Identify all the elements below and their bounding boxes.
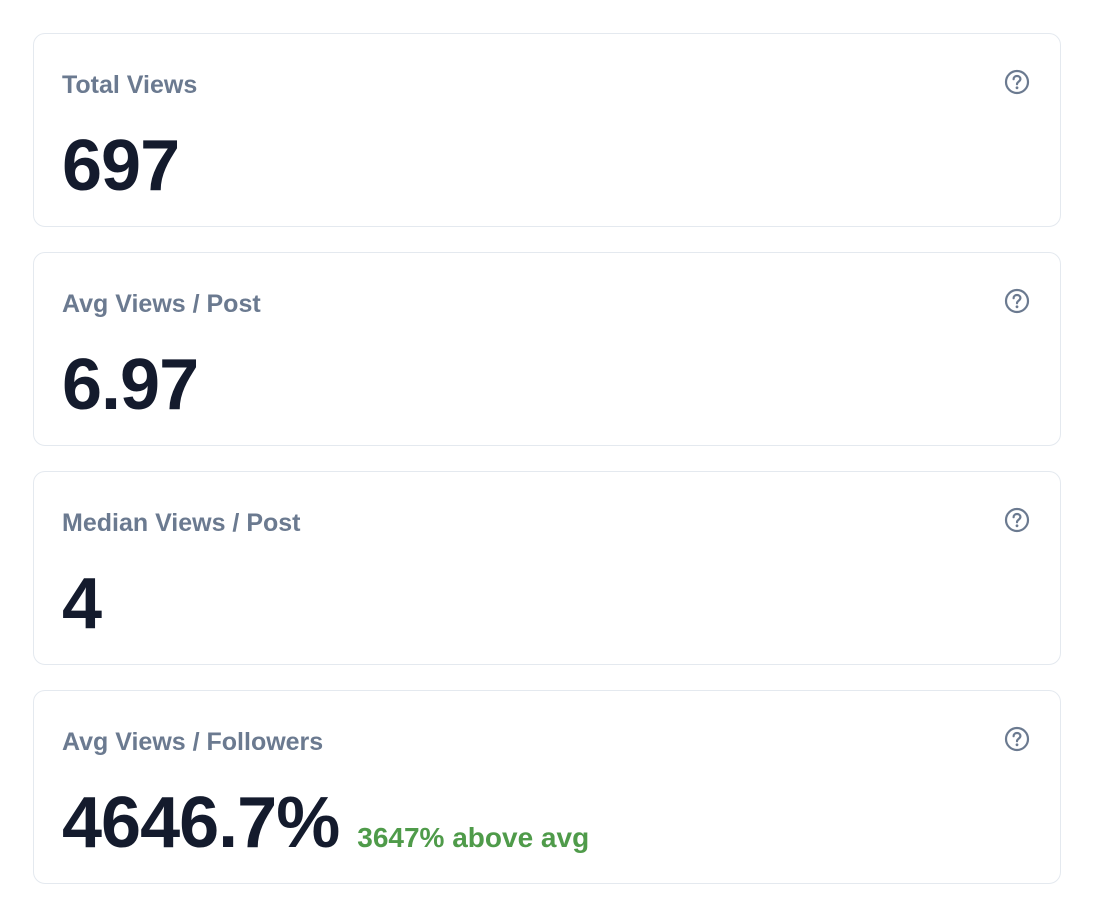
metric-value: 697 (62, 126, 180, 206)
metric-value-row: 6.97 (62, 345, 199, 425)
metric-card-avg-views-post: Avg Views / Post 6.97 (33, 252, 1061, 446)
metric-card-avg-views-followers: Avg Views / Followers 4646.7% 3647% abov… (33, 690, 1061, 884)
metric-label: Median Views / Post (62, 509, 301, 537)
metrics-list: Total Views 697 Avg Views / Post 6.97 Me… (33, 33, 1061, 884)
metric-label: Avg Views / Post (62, 290, 261, 318)
metric-label: Avg Views / Followers (62, 728, 324, 756)
help-circle-icon[interactable] (1004, 507, 1030, 533)
metric-delta-badge: 3647% above avg (357, 822, 590, 853)
help-circle-icon[interactable] (1004, 726, 1030, 752)
metric-value: 4646.7% (62, 783, 340, 863)
metric-value: 4 (62, 564, 102, 644)
metric-card-median-views-post: Median Views / Post 4 (33, 471, 1061, 665)
metric-value-row: 697 (62, 126, 180, 206)
help-circle-icon[interactable] (1004, 288, 1030, 314)
metric-value: 6.97 (62, 345, 199, 425)
help-circle-icon[interactable] (1004, 69, 1030, 95)
metric-card-total-views: Total Views 697 (33, 33, 1061, 227)
metric-value-row: 4 (62, 564, 102, 644)
metric-label: Total Views (62, 71, 198, 99)
metric-value-row: 4646.7% 3647% above avg (62, 787, 589, 859)
